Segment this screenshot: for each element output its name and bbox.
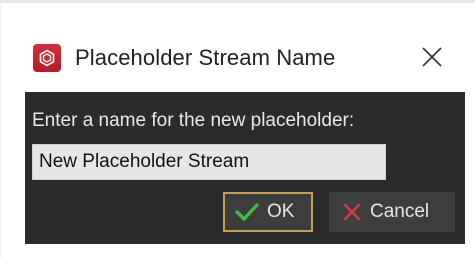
ok-label: OK (267, 201, 295, 222)
cancel-button[interactable]: Cancel (329, 192, 455, 232)
close-icon (422, 47, 442, 67)
x-icon (342, 202, 362, 222)
window-edge (0, 3, 1, 258)
close-button[interactable] (417, 42, 447, 72)
top-divider (0, 0, 475, 3)
app-logo-icon (33, 44, 61, 72)
cancel-label: Cancel (370, 201, 430, 222)
dialog-titlebar: Placeholder Stream Name (25, 30, 465, 86)
prompt-label: Enter a name for the new placeholder: (32, 110, 355, 131)
dialog-body: Enter a name for the new placeholder: OK… (25, 92, 465, 244)
placeholder-name-input[interactable] (32, 144, 386, 180)
checkmark-icon (235, 202, 259, 222)
ok-button[interactable]: OK (223, 192, 313, 232)
page: Placeholder Stream Name Enter a name for… (0, 0, 475, 258)
dialog-title: Placeholder Stream Name (75, 45, 336, 70)
